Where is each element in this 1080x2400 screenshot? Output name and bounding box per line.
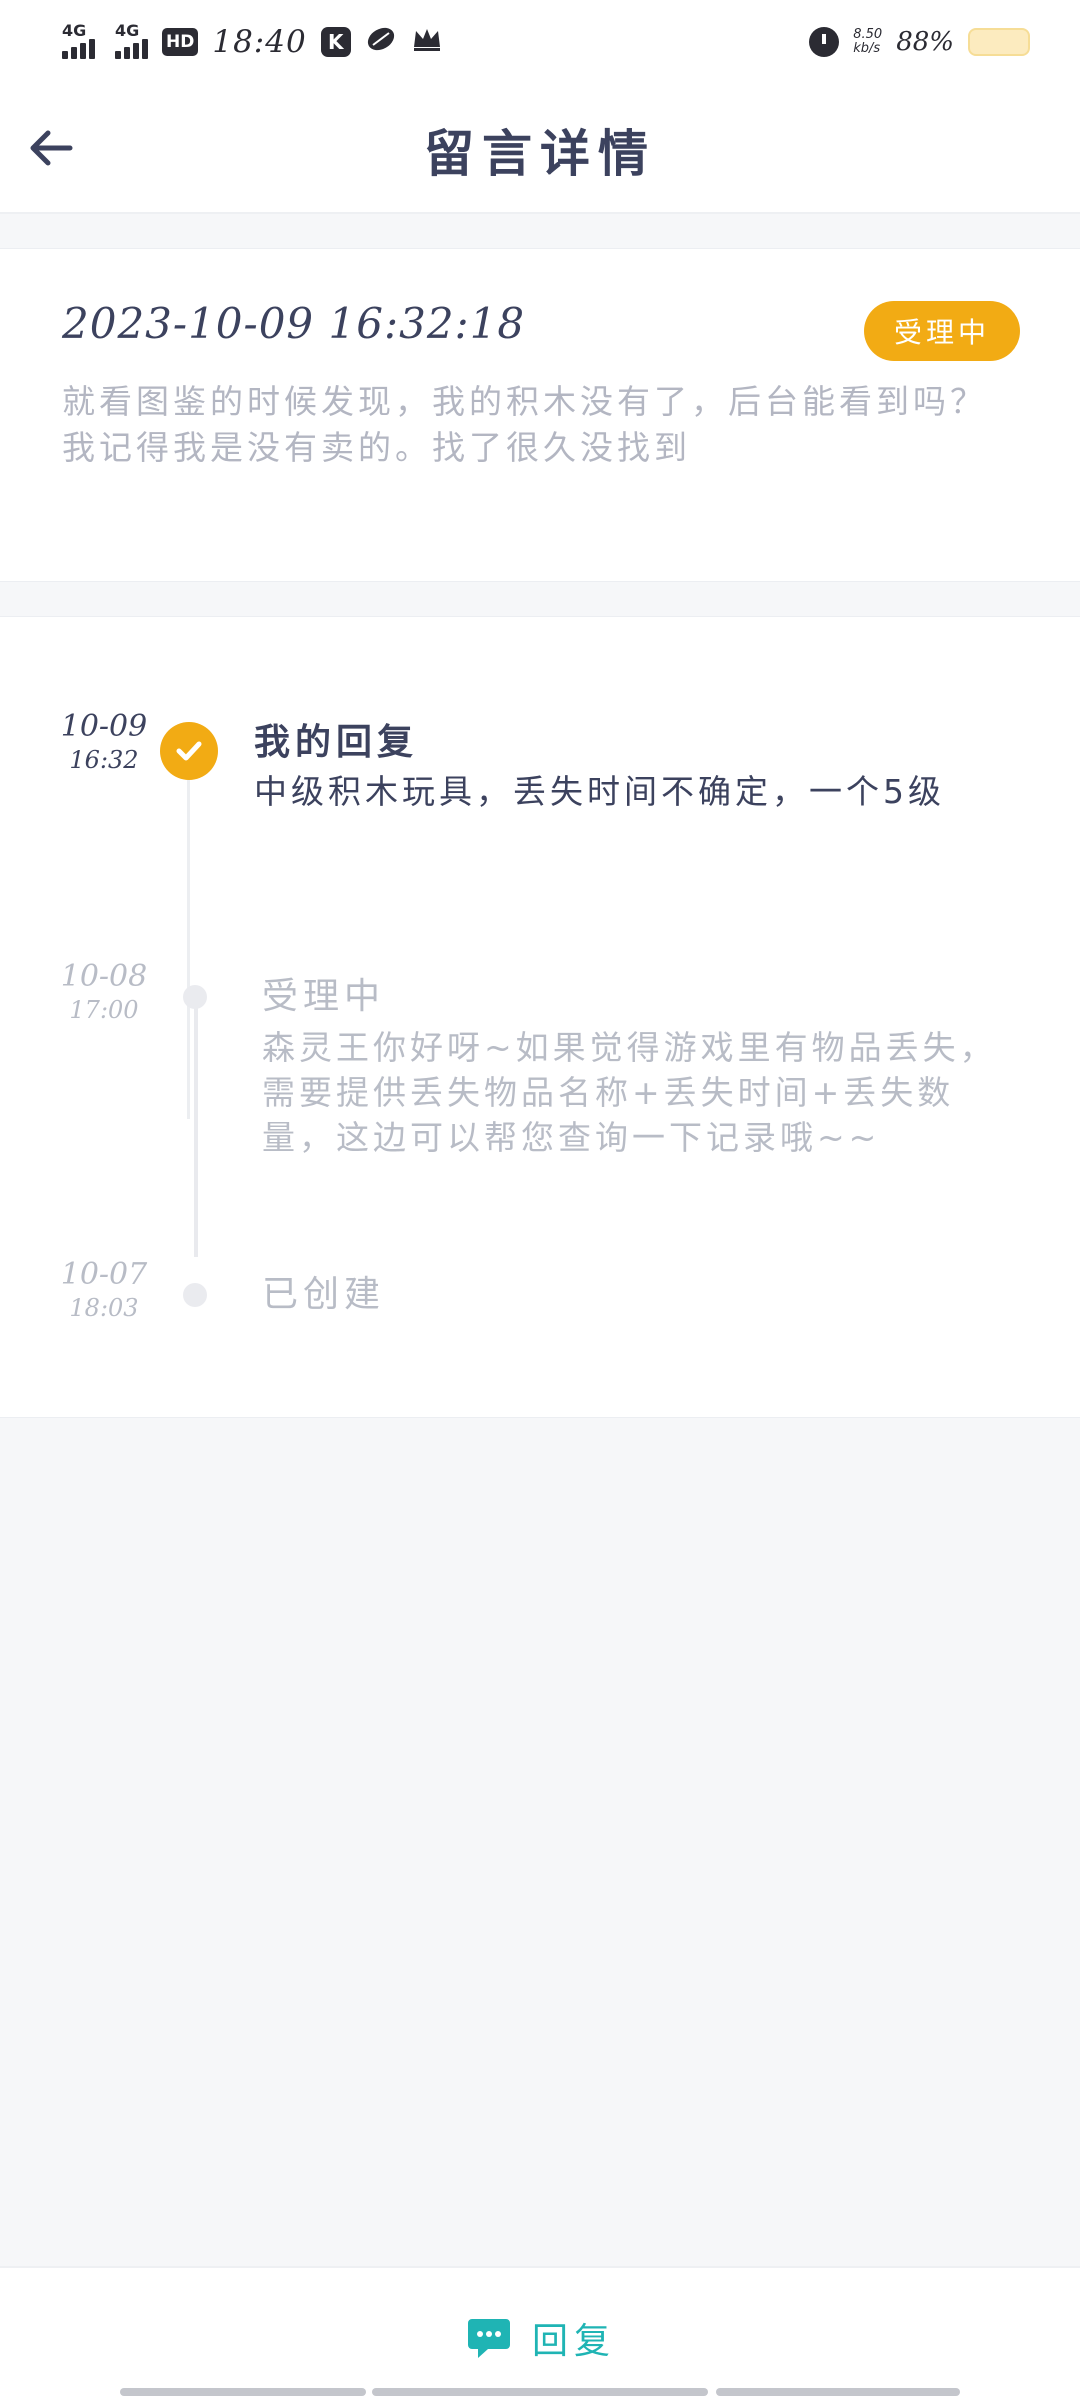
nav-handle-right[interactable] (716, 2388, 960, 2396)
status-bar-left: 4G 4G HD 18:40 K (62, 21, 443, 60)
timeline-title: 已创建 (262, 1274, 386, 1315)
timeline-dot (183, 985, 207, 1009)
status-badge: 受理中 (864, 301, 1020, 361)
bottom-action-bar: 回复 (0, 2266, 1080, 2400)
nav-handle-left[interactable] (120, 2388, 366, 2396)
network-speed-unit: kb/s (853, 41, 881, 56)
timeline-date-day: 10-07 (60, 1257, 148, 1292)
timeline-date-time: 17:00 (69, 996, 139, 1024)
timeline-date-time: 18:03 (69, 1294, 139, 1322)
battery-icon (968, 28, 1030, 56)
rugby-ball-icon (365, 25, 397, 60)
hd-voice-icon: HD (162, 28, 199, 56)
timeline-text: 中级积木玩具，丢失时间不确定，一个5级 (254, 772, 945, 811)
signal-strength-icon-2: 4G (115, 21, 148, 59)
timeline-title: 我的回复 (254, 722, 419, 763)
message-card: 2023-10-09 16:32:18 受理中 就看图鉴的时候发现，我的积木没有… (0, 248, 1080, 582)
crown-icon (411, 25, 443, 60)
timeline-date-day: 10-09 (60, 709, 148, 744)
timeline-dot (183, 1283, 207, 1307)
network-type-label-2: 4G (115, 21, 140, 40)
reply-button-label: 回复 (532, 2321, 617, 2362)
timeline-date: 10-07 18:03 (54, 1257, 154, 1323)
signal-strength-icon: 4G (62, 21, 95, 59)
page-header: 留言详情 (0, 84, 1080, 214)
network-speed: 8.50 kb/s (853, 28, 882, 56)
status-bar-right: 8.50 kb/s 88% (809, 27, 1030, 57)
timeline-title: 受理中 (262, 976, 386, 1017)
timeline-connector (187, 779, 190, 1119)
reply-button[interactable]: 回复 (466, 2312, 616, 2364)
status-time: 18:40 (212, 24, 307, 60)
timeline-text: 森灵王你好呀~如果觉得游戏里有物品丢失，需要提供丢失物品名称+丢失时间+丢失数量… (262, 1028, 997, 1157)
timeline-date: 10-08 17:00 (54, 959, 154, 1025)
timeline-date-day: 10-08 (60, 959, 148, 994)
timeline-date-time: 16:32 (69, 746, 139, 774)
network-speed-value: 8.50 (853, 27, 883, 42)
status-bar: 4G 4G HD 18:40 K 8.50 kb/s 88% (0, 0, 1080, 84)
nav-handle-center[interactable] (372, 2388, 708, 2396)
message-datetime: 2023-10-09 16:32:18 (62, 299, 526, 348)
timeline-date: 10-09 16:32 (54, 709, 154, 775)
alarm-icon (809, 27, 840, 57)
battery-percentage: 88% (896, 27, 954, 57)
chat-bubble-icon (468, 2319, 510, 2358)
k-app-icon: K (320, 27, 351, 57)
network-type-label: 4G (62, 21, 87, 40)
timeline-connector (194, 997, 198, 1257)
page-title: 留言详情 (424, 124, 656, 183)
timeline-card: 10-09 16:32 我的回复 中级积木玩具，丢失时间不确定，一个5级 10-… (0, 616, 1080, 1418)
check-circle-icon (160, 722, 218, 780)
message-content: 就看图鉴的时候发现，我的积木没有了，后台能看到吗？我记得我是没有卖的。找了很久没… (62, 382, 987, 467)
